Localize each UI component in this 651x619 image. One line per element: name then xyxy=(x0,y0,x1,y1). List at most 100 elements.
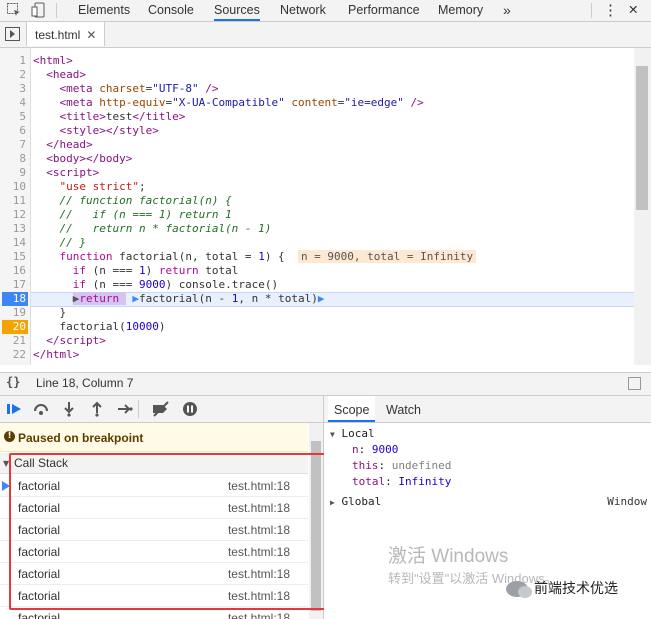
code-line[interactable]: // if (n === 1) return 1 xyxy=(33,208,232,222)
editor-tab-bar: test.html ✕ xyxy=(0,22,651,48)
close-icon[interactable]: ✕ xyxy=(86,28,96,42)
tab-memory[interactable]: Memory xyxy=(438,0,483,21)
step-into-icon[interactable] xyxy=(61,401,77,417)
line-number[interactable]: 20 xyxy=(2,320,28,334)
code-editor[interactable]: 1 2 3 4 5 6 7 8 9 10 11 12 13 14 15 16 17 18 19 20 21 22 <htm… xyxy=(0,48,634,365)
line-number[interactable]: 15 xyxy=(0,250,26,264)
scope-variable[interactable]: n: 9000 xyxy=(352,442,398,458)
local-scope-row[interactable]: ▼ Local xyxy=(330,426,375,442)
scope-tabs: Scope Watch xyxy=(324,396,651,423)
line-number[interactable]: 13 xyxy=(0,222,26,236)
scope-variable[interactable]: this: undefined xyxy=(352,458,451,474)
brand-badge: 前端技术优选 xyxy=(506,578,618,602)
code-line[interactable]: </script> xyxy=(33,334,106,348)
frame-function-name: factorial xyxy=(18,611,61,619)
editor-scrollbar-thumb[interactable] xyxy=(636,66,648,210)
device-toolbar-icon[interactable] xyxy=(31,2,47,18)
line-number[interactable]: 9 xyxy=(0,166,26,180)
code-line[interactable]: } xyxy=(33,306,66,320)
line-number-gutter[interactable]: 1 2 3 4 5 6 7 8 9 10 11 12 13 14 15 16 17 18 19 20 21 22 xyxy=(0,48,31,365)
global-scope-row[interactable]: ▶ Global xyxy=(330,494,381,510)
line-number[interactable]: 16 xyxy=(0,264,26,278)
deactivate-breakpoints-icon[interactable] xyxy=(152,401,169,417)
variable-separator: : xyxy=(385,475,399,488)
line-number[interactable]: 17 xyxy=(0,278,26,292)
customize-menu-icon[interactable]: ⋮ xyxy=(603,0,618,21)
cursor-position: Line 18, Column 7 xyxy=(36,376,134,390)
more-tabs-button[interactable]: » xyxy=(503,0,511,21)
tab-scope[interactable]: Scope xyxy=(328,396,376,422)
brand-text: 前端技术优选 xyxy=(534,581,618,597)
coverage-icon[interactable] xyxy=(628,377,641,390)
code-line[interactable]: if (n === 1) return total xyxy=(33,264,239,278)
code-line[interactable]: <head> xyxy=(33,68,86,82)
activation-watermark-title: 激活 Windows xyxy=(388,546,509,567)
code-line[interactable]: ▶return ▶factorial(n - 1, n * total)▶ xyxy=(33,292,324,306)
line-number[interactable]: 18 xyxy=(2,292,28,306)
toggle-navigator-icon[interactable] xyxy=(5,27,20,44)
resume-icon[interactable] xyxy=(6,401,22,417)
line-number[interactable]: 3 xyxy=(0,82,26,96)
step-icon[interactable] xyxy=(117,401,133,417)
line-number[interactable]: 6 xyxy=(0,124,26,138)
tab-sources[interactable]: Sources xyxy=(214,0,260,21)
line-number[interactable]: 21 xyxy=(0,334,26,348)
line-number[interactable]: 8 xyxy=(0,152,26,166)
global-scope-value: Window xyxy=(607,495,647,508)
tab-performance[interactable]: Performance xyxy=(348,0,420,21)
code-line[interactable]: </html> xyxy=(33,348,79,362)
code-line[interactable]: <html> xyxy=(33,54,73,68)
tab-elements[interactable]: Elements xyxy=(78,0,130,21)
code-line[interactable]: factorial(10000) xyxy=(33,320,165,334)
code-line[interactable]: // function factorial(n) { xyxy=(33,194,232,208)
code-line[interactable]: if (n === 9000) console.trace() xyxy=(33,278,278,292)
code-line[interactable]: // } xyxy=(33,236,87,250)
toolbar-separator xyxy=(138,400,139,418)
variable-value: undefined xyxy=(391,459,452,472)
code-line[interactable]: // return n * factorial(n - 1) xyxy=(33,222,272,236)
variable-separator: : xyxy=(358,443,372,456)
pause-on-exceptions-icon[interactable] xyxy=(182,401,198,417)
code-line[interactable]: function factorial(n, total = 1) { n = 9… xyxy=(33,250,477,264)
line-number[interactable]: 5 xyxy=(0,110,26,124)
line-number[interactable]: 2 xyxy=(0,68,26,82)
toolbar-separator xyxy=(591,3,592,18)
close-devtools-icon[interactable]: ✕ xyxy=(628,0,638,21)
editor-status-bar: {} Line 18, Column 7 xyxy=(0,372,651,396)
tab-console[interactable]: Console xyxy=(148,0,194,21)
call-stack-highlight-box xyxy=(9,453,328,610)
code-line[interactable]: <title>test</title> xyxy=(33,110,186,124)
collapse-triangle-icon: ▶ xyxy=(330,498,335,507)
step-over-icon[interactable] xyxy=(33,401,49,417)
line-number[interactable]: 1 xyxy=(0,54,26,68)
line-number[interactable]: 12 xyxy=(0,208,26,222)
step-out-icon[interactable] xyxy=(89,401,105,417)
frame-location[interactable]: test.html:18 xyxy=(228,611,290,619)
line-number[interactable]: 22 xyxy=(0,348,26,362)
code-line[interactable]: <script> xyxy=(33,166,99,180)
local-scope-label: Local xyxy=(341,427,375,440)
line-number[interactable]: 10 xyxy=(0,180,26,194)
tab-watch[interactable]: Watch xyxy=(380,396,427,422)
variable-value: Infinity xyxy=(398,475,452,488)
paused-banner: ! Paused on breakpoint xyxy=(0,423,308,452)
code-line[interactable]: <body></body> xyxy=(33,152,132,166)
file-tab-label: test.html xyxy=(35,28,81,42)
code-line[interactable]: <style></style> xyxy=(33,124,159,138)
editor-scrollbar[interactable] xyxy=(634,48,651,365)
code-line[interactable]: <meta charset="UTF-8" /> xyxy=(33,82,219,96)
scope-variable[interactable]: total: Infinity xyxy=(352,474,451,490)
line-number[interactable]: 14 xyxy=(0,236,26,250)
code-line[interactable]: <meta http-equiv="X-UA-Compatible" conte… xyxy=(33,96,424,110)
code-line[interactable]: "use strict"; xyxy=(33,180,146,194)
line-number[interactable]: 11 xyxy=(0,194,26,208)
line-number[interactable]: 4 xyxy=(0,96,26,110)
code-line[interactable]: </head> xyxy=(33,138,92,152)
variable-name: this xyxy=(352,459,379,472)
file-tab[interactable]: test.html ✕ xyxy=(26,22,106,46)
inspect-element-icon[interactable] xyxy=(6,2,22,18)
line-number[interactable]: 7 xyxy=(0,138,26,152)
tab-network[interactable]: Network xyxy=(280,0,326,21)
pretty-print-icon[interactable]: {} xyxy=(6,375,20,389)
line-number[interactable]: 19 xyxy=(0,306,26,320)
